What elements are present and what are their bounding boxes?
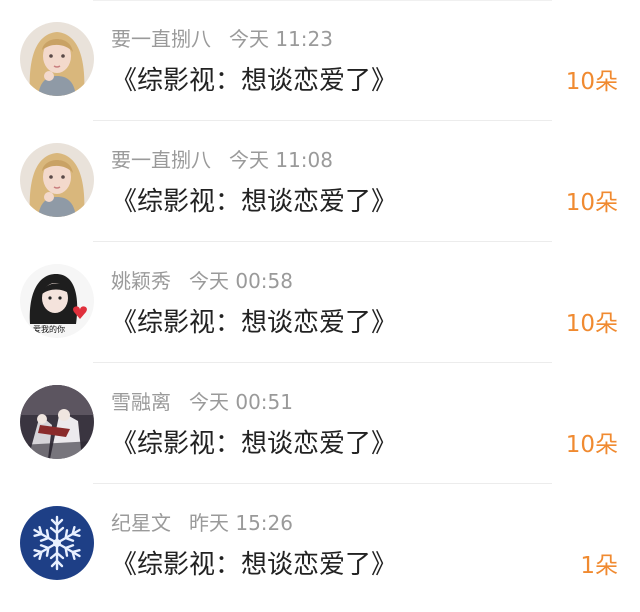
- sender-meta: 要一直捌八 今天 11:08: [111, 145, 333, 175]
- gift-row[interactable]: 爱我的你 姚颖秀 今天 00:58 《综影视：想谈恋爱了》 10朵: [0, 242, 640, 363]
- flower-count: 10朵: [565, 190, 618, 216]
- snowflake-avatar-icon[interactable]: [20, 506, 94, 580]
- blonde-girl-avatar-icon[interactable]: [20, 22, 94, 96]
- timestamp: 今天 11:08: [229, 148, 333, 172]
- gift-row[interactable]: 纪星文 昨天 15:26 《综影视：想谈恋爱了》 1朵: [0, 484, 640, 605]
- gift-row[interactable]: 雪融离 今天 00:51 《综影视：想谈恋爱了》 10朵: [0, 363, 640, 484]
- timestamp: 昨天 15:26: [189, 511, 293, 535]
- gift-list: 要一直捌八 今天 11:23 《综影视：想谈恋爱了》 10朵 要一直捌八 今天 11…: [0, 0, 640, 612]
- sender-name[interactable]: 雪融离: [111, 390, 171, 414]
- timestamp: 今天 00:51: [189, 390, 293, 414]
- blonde-girl-avatar-icon[interactable]: [20, 143, 94, 217]
- flower-count: 10朵: [565, 311, 618, 337]
- flower-count: 10朵: [565, 432, 618, 458]
- dark-hair-girl-heart-avatar-icon[interactable]: 爱我的你: [20, 264, 94, 338]
- gift-row[interactable]: 要一直捌八 今天 11:08 《综影视：想谈恋爱了》 10朵: [0, 121, 640, 242]
- timestamp: 今天 00:58: [189, 269, 293, 293]
- timestamp: 今天 11:23: [229, 27, 333, 51]
- sender-name[interactable]: 纪星文: [111, 511, 171, 535]
- book-title[interactable]: 《综影视：想谈恋爱了》: [111, 304, 397, 342]
- flower-count: 1朵: [580, 553, 618, 579]
- flower-count: 10朵: [565, 69, 618, 95]
- book-title[interactable]: 《综影视：想谈恋爱了》: [111, 425, 397, 463]
- sender-name[interactable]: 姚颖秀: [111, 269, 171, 293]
- sender-meta: 姚颖秀 今天 00:58: [111, 266, 293, 296]
- sender-name[interactable]: 要一直捌八: [111, 148, 211, 172]
- book-title[interactable]: 《综影视：想谈恋爱了》: [111, 62, 397, 100]
- sender-meta: 纪星文 昨天 15:26: [111, 508, 293, 538]
- book-title[interactable]: 《综影视：想谈恋爱了》: [111, 546, 397, 584]
- sender-meta: 雪融离 今天 00:51: [111, 387, 293, 417]
- svg-text:爱我的你: 爱我的你: [33, 324, 65, 334]
- sender-meta: 要一直捌八 今天 11:23: [111, 24, 333, 54]
- gift-row[interactable]: 要一直捌八 今天 11:23 《综影视：想谈恋爱了》 10朵: [0, 0, 640, 121]
- anime-figures-avatar-icon[interactable]: [20, 385, 94, 459]
- book-title[interactable]: 《综影视：想谈恋爱了》: [111, 183, 397, 221]
- sender-name[interactable]: 要一直捌八: [111, 27, 211, 51]
